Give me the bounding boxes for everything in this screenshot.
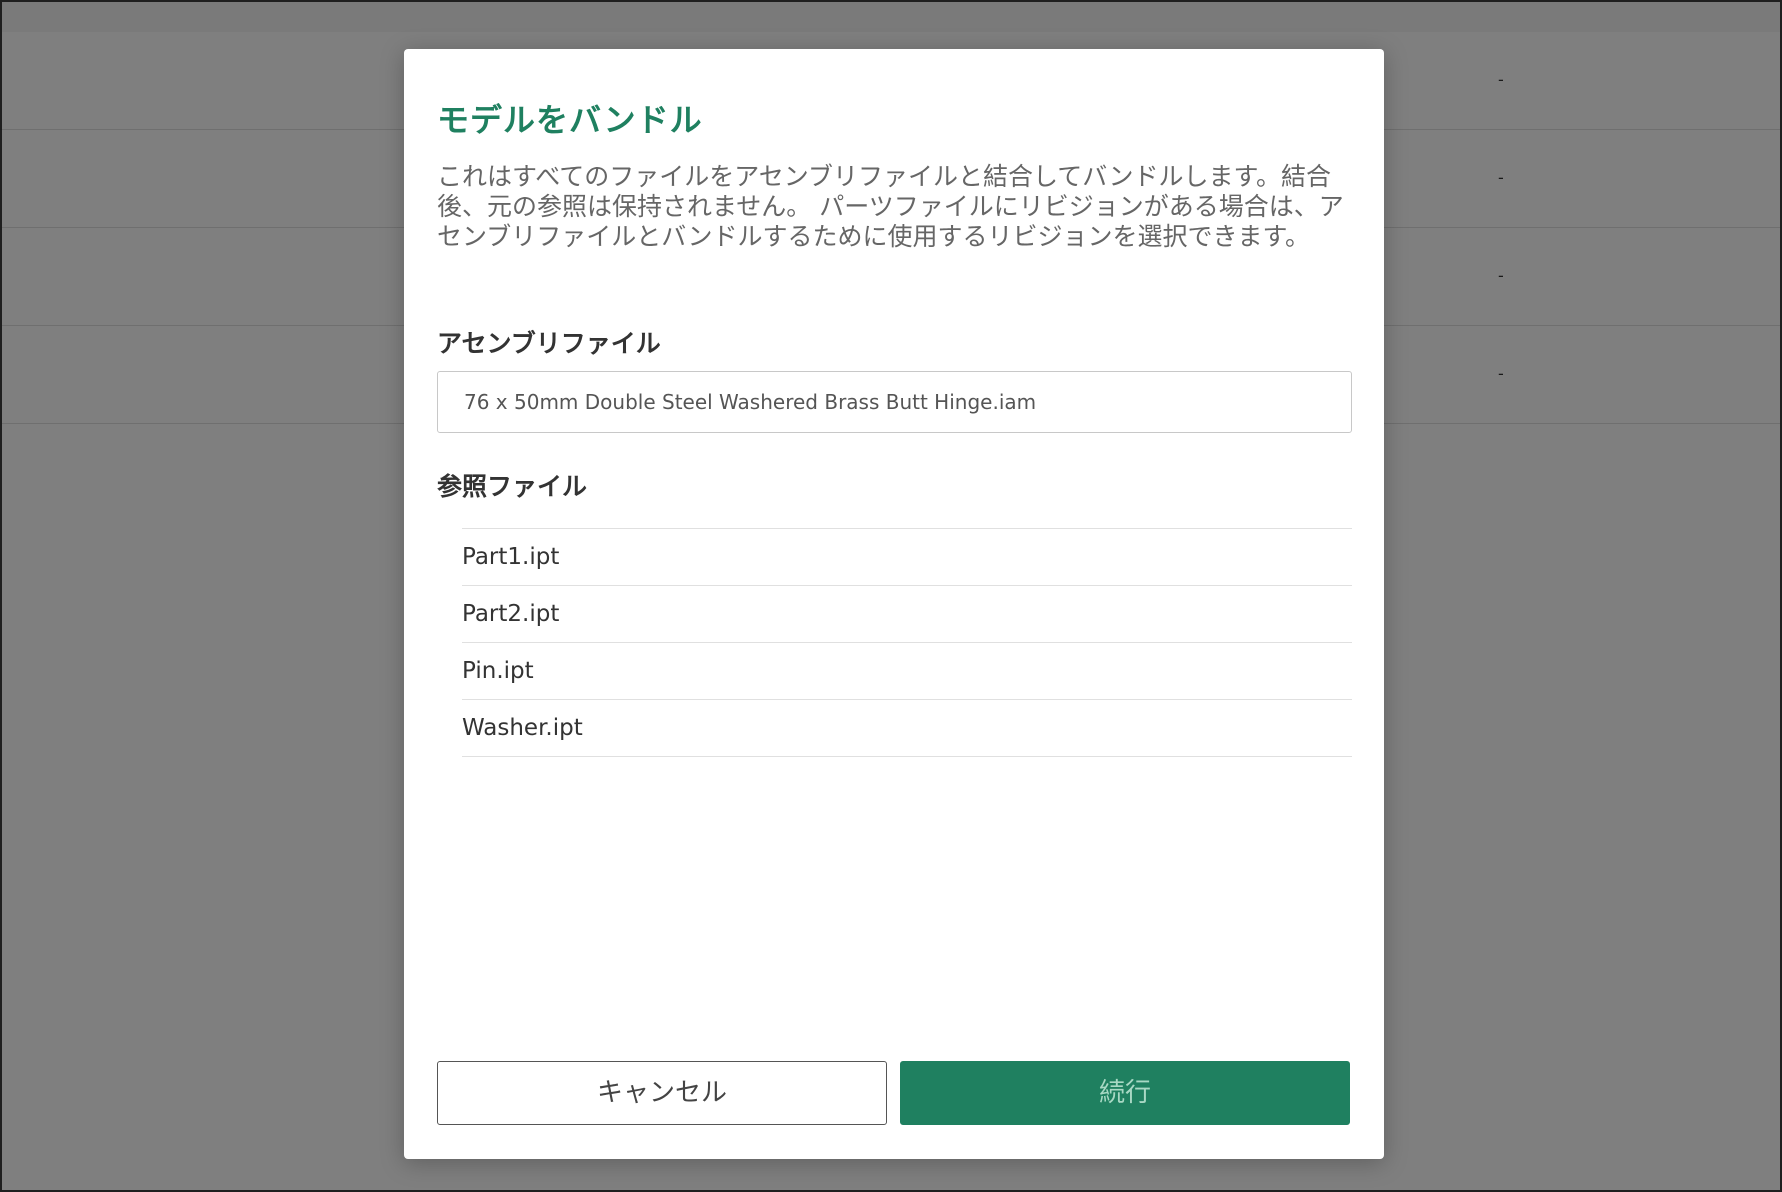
assembly-file-field[interactable]: 76 x 50mm Double Steel Washered Brass Bu…: [437, 371, 1352, 433]
reference-files-label: 参照ファイル: [437, 472, 588, 501]
dialog-title: モデルをバンドル: [437, 101, 703, 139]
reference-file-list: Part1.ipt Part2.ipt Pin.ipt Washer.ipt: [462, 528, 1352, 757]
cancel-button[interactable]: キャンセル: [437, 1061, 887, 1125]
reference-file-item: Washer.ipt: [462, 700, 1352, 757]
continue-button[interactable]: 続行: [900, 1061, 1350, 1125]
reference-file-item: Pin.ipt: [462, 643, 1352, 700]
assembly-file-label: アセンブリファイル: [437, 329, 661, 358]
bundle-model-dialog: モデルをバンドル これはすべてのファイルをアセンブリファイルと結合してバンドルし…: [404, 49, 1384, 1159]
dialog-description: これはすべてのファイルをアセンブリファイルと結合してバンドルします。結合後、元の…: [437, 162, 1344, 251]
reference-file-item: Part2.ipt: [462, 586, 1352, 643]
screen: - - - - モデルをバンドル これはすべてのファイルをアセンブリファイルと結…: [0, 0, 1782, 1192]
reference-file-item: Part1.ipt: [462, 529, 1352, 586]
